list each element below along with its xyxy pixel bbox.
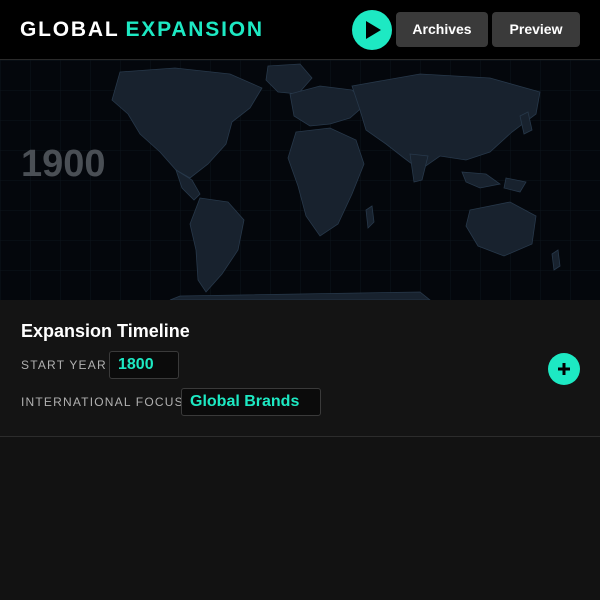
world-map: 1900: [0, 60, 600, 300]
top-bar: GLOBAL EXPANSION Archives Preview: [0, 0, 600, 60]
start-year-label: START YEAR: [21, 358, 107, 372]
content-area: [0, 437, 600, 600]
archives-button[interactable]: Archives: [396, 12, 488, 47]
international-focus-label: INTERNATIONAL FOCUS: [21, 395, 184, 409]
preview-button[interactable]: Preview: [492, 12, 580, 47]
app-logo: GLOBAL EXPANSION: [20, 17, 264, 43]
logo-word-global: GLOBAL: [20, 18, 120, 41]
year-display: 1900: [21, 143, 106, 185]
panel-title: Expansion Timeline: [21, 321, 190, 341]
play-icon: [366, 21, 381, 39]
plus-icon: [558, 363, 570, 375]
play-button[interactable]: [352, 10, 392, 50]
timeline-panel: Expansion Timeline START YEAR 1800 INTER…: [0, 300, 600, 437]
logo-word-expansion: EXPANSION: [125, 18, 264, 41]
add-button[interactable]: [548, 353, 580, 385]
international-focus-input[interactable]: Global Brands: [181, 388, 321, 416]
start-year-input[interactable]: 1800: [109, 351, 179, 379]
